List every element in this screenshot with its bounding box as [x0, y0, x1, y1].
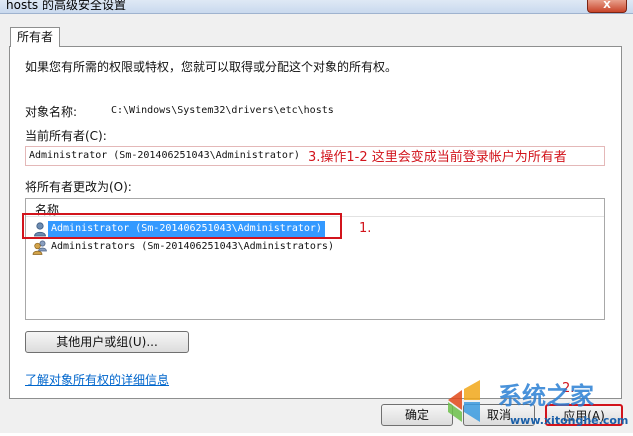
tab-owner[interactable]: 所有者	[10, 27, 60, 47]
object-name-label: 对象名称:	[25, 105, 78, 119]
annotation-step3: 3.操作1-2 这里会变成当前登录帐户为所有者	[308, 150, 567, 165]
user-group-icon	[32, 239, 48, 255]
watermark-brand: 系统之家	[498, 382, 594, 410]
site-watermark: 系统之家 www.xitonghe.com	[440, 372, 633, 433]
object-name-value: C:\Windows\System32\drivers\etc\hosts	[111, 105, 334, 116]
current-owner-value: Administrator (Sm-201406251043\Administr…	[29, 150, 300, 161]
learn-more-link[interactable]: 了解对象所有权的详细信息	[25, 371, 169, 388]
close-button[interactable]: X	[587, 0, 627, 13]
watermark-url: www.xitonghe.com	[510, 414, 629, 427]
title-bar: hosts 的高级安全设置	[0, 0, 633, 14]
list-item-label: Administrators (Sm-201406251043\Administ…	[51, 241, 334, 252]
list-item[interactable]: Administrators (Sm-201406251043\Administ…	[28, 238, 604, 256]
annotation-step1: 1.	[359, 221, 372, 236]
other-users-button[interactable]: 其他用户或组(U)...	[25, 331, 189, 353]
current-owner-label: 当前所有者(C):	[25, 129, 107, 143]
intro-text: 如果您有所需的权限或特权，您就可以取得或分配这个对象的所有权。	[25, 60, 398, 74]
annotation-highlight-box	[22, 213, 342, 239]
change-owner-label: 将所有者更改为(O):	[25, 180, 132, 194]
window-title: hosts 的高级安全设置	[6, 0, 126, 12]
